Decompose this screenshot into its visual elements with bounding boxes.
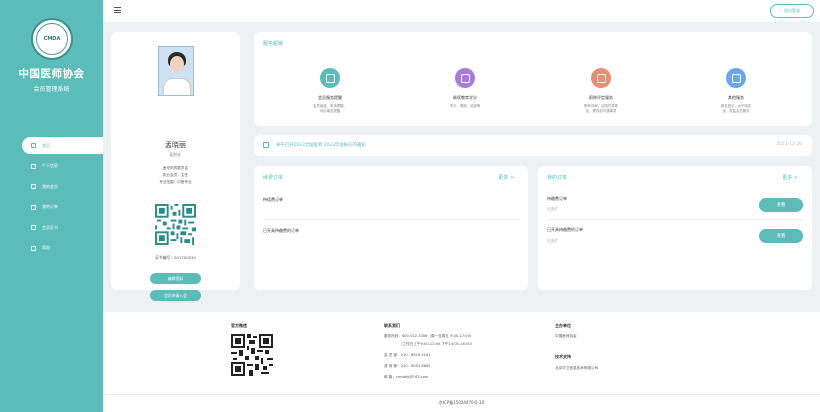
profile-card: 孟晓丽 副院长 医疗机构委员会 执业会员：主任 专业范围：中医专业 证书编号：2… [111,32,240,301]
profile-line: 执业会员：主任 [162,173,189,177]
order-status: 已支付 [547,207,558,211]
profile-title: 副院长 [169,152,182,157]
sidebar-item-label: 个人信息 [42,163,58,169]
avatar [158,46,194,96]
service-desc: 职称评审，证明开具等 及，需内部沟通事项 [584,104,618,113]
list-item[interactable]: 待续费订单 [263,197,283,203]
top-bar: 退出登录 [103,0,820,22]
sidebar-item-membership[interactable]: 我的会员 [0,178,103,195]
bell-icon [320,68,340,88]
member-icon [31,184,36,190]
footer: 官方微信 联系我们 服务热线：400-012-3306（周一至周五 9:00-1… [103,312,820,412]
copyright: 京ICP备15024470号-10 [438,400,485,405]
service-name: 其他服务 [728,95,744,100]
host-title: 主办单位 [555,323,571,328]
contact-line: （工作日上午9:00-12:00 下午14:00-18:00） [399,342,475,346]
home-icon [31,143,36,148]
book-icon [455,68,475,88]
org-name: 中国医师协会 [18,68,85,80]
service-desc: 学分、课程、讲座等 [449,104,481,108]
hamburger-menu-icon[interactable] [114,7,121,13]
contact-line: 服务热线：400-012-3306（周一至周五 9:00-17:00） [384,334,474,338]
user-icon [31,163,36,169]
notice-date: 2023-12-20 [776,142,802,147]
profile-line: 医疗机构委员会 [162,166,189,170]
sidebar-item-label: 我的订单 [42,204,58,210]
renewal-orders-card: 续费订单 更多 > 待续费订单 已开具待缴费的订单 [254,166,528,290]
list-item[interactable]: 已开具待缴费的订单 [263,228,299,234]
sidebar-item-help[interactable]: 帮助 [0,240,103,257]
support-title: 技术支持 [555,354,571,359]
sidebar-item-certificate[interactable]: 会员证书 [0,219,103,236]
notice-text[interactable]: 关于召开2023全国医师 2023年会报名的通知 [276,142,366,148]
list-item: 已开具待缴费的订单 [547,227,583,232]
list-item: 待缴费订单 [547,196,567,201]
org-subtitle: 会员管理系统 [33,86,70,93]
host-name: 中国医师协会 [555,334,577,338]
order-status: 已支付 [547,239,558,243]
profile-name: 孟晓丽 [165,141,186,149]
sidebar: CMDA 中国医师协会 会员管理系统 首页 个人信息 我的会员 我的订单 会员证… [0,0,103,412]
qr-code-icon [155,204,196,245]
logo-emblem: CMDA [36,23,68,55]
edit-profile-button[interactable]: 编辑资料 [150,273,201,284]
service-item[interactable]: 会员服务提醒 会员续费、申请提醒、 待办事宜提醒 [260,68,400,114]
service-item[interactable]: 继续教育学分 学分、课程、讲座等 [395,68,535,109]
support-name: 北京华卫信息技术有限公司 [555,366,599,370]
association-logo: CMDA [31,18,73,60]
service-item[interactable]: 职称评定服务 职称评审，证明开具等 及，需内部沟通事项 [531,68,671,114]
services-card: 服务超链 会员服务提醒 会员续费、申请提醒、 待办事宜提醒 继续教育学分 学分、… [254,32,812,126]
renewal-title: 续费订单 [263,175,284,181]
profile-line: 专业范围：中医专业 [159,180,192,184]
sidebar-item-label: 首页 [42,142,50,148]
contact-line: 会 员 部：010 - 8918 5181 [384,353,431,357]
wechat-title: 官方微信 [231,323,247,328]
services-title: 服务超链 [263,41,284,47]
service-desc: 报名登记，APP相关 及，权益会员服务 [720,104,752,113]
contact-email[interactable]: 邮 箱：cmdafy@163.com [384,375,428,380]
sidebar-item-orders[interactable]: 我的订单 [0,199,103,216]
sidebar-nav: 首页 个人信息 我的会员 我的订单 会员证书 帮助 [0,137,103,261]
renewal-more-link[interactable]: 更多 > [498,174,514,181]
sidebar-item-label: 会员证书 [42,224,58,230]
help-icon [31,245,36,251]
service-desc: 会员续费、申请提醒、 待办事宜提醒 [313,104,347,113]
document-icon [591,68,611,88]
certificate-number: 证书编号：201700034 [155,255,196,260]
sidebar-item-home[interactable]: 首页 [22,137,103,154]
wechat-qr-code-icon [231,334,273,376]
orders-title: 我的订单 [547,175,568,181]
service-name: 会员服务提醒 [318,95,342,100]
notice-icon [263,142,269,148]
apply-membership-button[interactable]: 会员申请入会 [150,290,201,301]
order-icon [31,204,36,210]
view-order-button[interactable]: 查看 [759,229,803,243]
sidebar-item-profile[interactable]: 个人信息 [0,158,103,175]
my-orders-card: 我的订单 更多 > 待缴费订单 已支付 查看 已开具待缴费的订单 已支付 查看 [538,166,812,290]
sidebar-item-label: 帮助 [42,245,50,251]
notice-bar[interactable]: 关于召开2023全国医师 2023年会报名的通知 2023-12-20 [254,135,812,156]
service-name: 继续教育学分 [453,95,477,100]
edit-icon [726,68,746,88]
certificate-icon [31,225,36,231]
sidebar-item-label: 我的会员 [42,183,58,189]
logout-button[interactable]: 退出登录 [770,4,814,18]
contact-title: 联系我们 [384,323,400,328]
service-item[interactable]: 其他服务 报名登记，APP相关 及，权益会员服务 [666,68,806,114]
orders-more-link[interactable]: 更多 > [782,174,798,181]
service-name: 职称评定服务 [589,95,613,100]
contact-line: 咨 询 部：010 - 8591 8662 [384,364,431,368]
view-order-button[interactable]: 查看 [759,198,803,212]
